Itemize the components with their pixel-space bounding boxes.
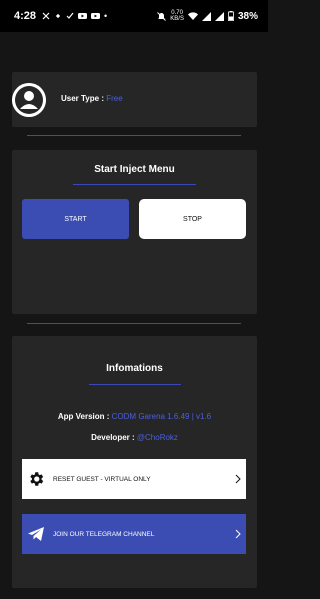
signal-icon — [201, 11, 211, 21]
app-version-value: CODM Garena 1.6.49 | v1.6 — [111, 412, 212, 421]
status-bar: 4:28 • 0.70 KB/S 38% — [0, 0, 268, 32]
battery-percent: 38% — [237, 10, 258, 22]
user-type-label: User Type : — [61, 94, 104, 103]
inject-card: Start Inject Menu START STOP — [12, 150, 257, 314]
net-speed: 0.70 KB/S — [170, 10, 184, 22]
start-button[interactable]: START — [22, 199, 129, 239]
youtube-icon — [91, 13, 101, 19]
divider — [27, 323, 241, 324]
x-app-icon — [42, 12, 50, 20]
info-title: Infomations — [106, 363, 163, 374]
join-telegram-button[interactable]: JOIN OUR TELEGRAM CHANNEL — [22, 514, 246, 554]
user-card: User Type : Free — [12, 72, 257, 127]
reset-guest-button[interactable]: RESET GUEST - VIRTUAL ONLY — [22, 459, 246, 499]
title-underline — [73, 184, 196, 185]
status-right: 0.70 KB/S 38% — [157, 10, 258, 22]
stop-button[interactable]: STOP — [139, 199, 246, 239]
binance-icon — [55, 13, 61, 19]
title-underline — [89, 384, 181, 385]
notification-icons: • — [42, 11, 107, 21]
telegram-icon — [25, 523, 47, 545]
developer: Developer : @ChoRokz — [12, 433, 257, 442]
info-card: Infomations App Version : CODM Garena 1.… — [12, 336, 257, 588]
developer-label: Developer : — [91, 433, 135, 442]
status-time: 4:28 — [14, 10, 37, 22]
chevron-right-icon — [232, 529, 244, 539]
battery-icon — [228, 11, 234, 21]
user-type: User Type : Free — [61, 94, 123, 103]
more-dot-icon: • — [104, 11, 108, 21]
app-version: App Version : CODM Garena 1.6.49 | v1.6 — [12, 412, 257, 421]
divider — [27, 135, 241, 136]
join-telegram-label: JOIN OUR TELEGRAM CHANNEL — [53, 530, 155, 538]
inject-title: Start Inject Menu — [94, 164, 175, 175]
youtube-icon — [78, 13, 88, 19]
net-speed-unit: KB/S — [170, 16, 184, 22]
wifi-icon — [187, 11, 198, 20]
app-version-label: App Version : — [57, 412, 110, 421]
mute-icon — [157, 11, 167, 21]
gear-icon — [25, 468, 47, 490]
chevron-right-icon — [232, 474, 244, 484]
check-icon — [66, 12, 74, 19]
signal-icon — [214, 11, 224, 21]
avatar-icon — [12, 83, 46, 117]
reset-guest-label: RESET GUEST - VIRTUAL ONLY — [53, 475, 151, 483]
user-type-value: Free — [106, 94, 123, 103]
developer-link[interactable]: @ChoRokz — [137, 433, 178, 442]
